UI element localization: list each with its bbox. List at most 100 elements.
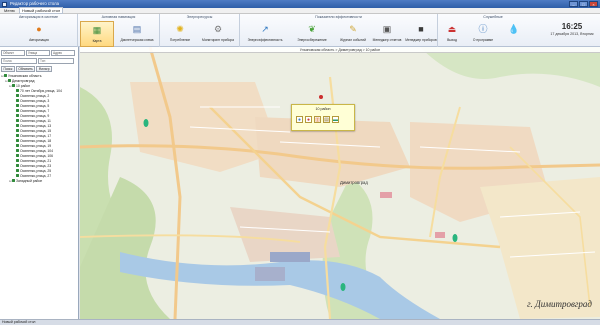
tree-node-label: Осипенко,улица, 19	[20, 144, 52, 148]
button-label: Карта	[92, 39, 102, 43]
tree-node-label: Осипенко,улица, 106	[20, 154, 54, 158]
electricity-icon[interactable]: ▤	[323, 116, 330, 123]
building-icon	[16, 89, 19, 93]
device-monitoring-button[interactable]: ⚙ Мониторинг прибора	[198, 21, 238, 47]
street-select[interactable]: Улица	[26, 49, 50, 56]
search-input[interactable]	[1, 57, 37, 64]
tree-node-label: Осипенко,улица, 25	[20, 169, 52, 173]
scheme-icon: ▤	[132, 24, 142, 34]
exit-button[interactable]: ⏏ Выход	[440, 21, 464, 47]
heating-icon[interactable]: ▥	[314, 116, 321, 123]
journal-icon: ✎	[349, 24, 357, 34]
status-bar: Новый рабочий стол	[0, 319, 600, 325]
scheme-button[interactable]: ▤ Диспетчерская схема	[116, 21, 158, 47]
tree-node-label: Осипенко,улица, 23	[20, 164, 52, 168]
bulb-icon: ✺	[176, 24, 184, 34]
chart-icon: ↗	[261, 24, 269, 34]
tree-node-label: Ульяновская область	[8, 74, 42, 78]
user-icon: ●	[36, 24, 42, 34]
map-button[interactable]: ▦ Карта	[80, 21, 114, 47]
tree-node-label: Осипенко,улица, 18	[20, 139, 52, 143]
city-corner-label: г. Димитровград	[527, 299, 592, 309]
menu-item-main[interactable]: Меню	[4, 8, 15, 13]
group-title: Служебные	[483, 15, 503, 19]
title-bar: Редактор рабочего стола – □ ×	[0, 0, 600, 8]
search-button[interactable]: Поиск	[1, 65, 15, 72]
search-row-2	[1, 57, 74, 64]
map-view[interactable]: Ульяновская область > Димитровград > 10 …	[80, 47, 600, 319]
window-controls: – □ ×	[569, 1, 598, 7]
map-breadcrumb[interactable]: Ульяновская область > Димитровград > 10 …	[80, 47, 600, 53]
building-icon	[16, 124, 19, 128]
consumption-button[interactable]: ✺ Потребление	[162, 21, 198, 47]
device-icon: ■	[418, 24, 424, 34]
about-button[interactable]: ⓘ О программе	[468, 21, 498, 47]
auth-button[interactable]: ● Авторизация	[20, 21, 58, 47]
tree-node-label: Западный район	[16, 179, 43, 183]
left-panel: Объект Улица Адрес Поиск Обновить Фильтр…	[0, 47, 79, 319]
button-label: Выход	[447, 38, 457, 42]
object-select[interactable]: Объект	[1, 49, 25, 56]
app-icon	[2, 1, 7, 7]
button-label: Мониторинг прибора	[201, 38, 235, 42]
building-icon	[16, 174, 19, 178]
district-popup[interactable]: 10 район ● ● ▥ ▤ ▬	[291, 104, 355, 131]
tree-node-label: Осипенко,улица, 104	[20, 149, 54, 153]
tree-node-label: Осипенко,улица, 5	[20, 104, 50, 108]
button-label: О программе	[472, 38, 494, 42]
group-title: Энергоресурсы	[186, 15, 213, 19]
object-tree: ⊟ Ульяновская область ⊟ Димитровград ⊟ 10 рай…	[1, 74, 78, 184]
button-label: Энергосбережение	[297, 38, 327, 42]
about-icon: ⓘ	[478, 24, 488, 34]
report-icon: ▣	[382, 24, 392, 34]
efficiency-button[interactable]: ↗ Энергоэффективность	[242, 21, 288, 47]
close-button[interactable]: ×	[589, 1, 598, 7]
hot-water-icon[interactable]: ●	[305, 116, 312, 123]
drops-icon-button[interactable]: 💧	[502, 21, 524, 47]
report-manager-button[interactable]: ▣ Менеджер отчетов	[370, 21, 404, 47]
event-journal-button[interactable]: ✎ Журнал событий	[336, 21, 370, 47]
building-icon	[4, 74, 7, 78]
tree-node-label: Осипенко,улица, 17	[20, 134, 52, 138]
tree-node-label: Осипенко,улица, 9	[20, 114, 50, 118]
building-icon	[16, 134, 19, 138]
filter-button[interactable]: Фильтр	[36, 65, 52, 72]
tree-node-label: Осипенко,улица, 2	[20, 94, 50, 98]
ribbon: Авторизация в системе Активная навигация…	[0, 14, 600, 47]
clock: 16:25 17 декабря 2013, Вторник	[548, 14, 596, 47]
minimize-button[interactable]: –	[569, 1, 578, 7]
tree-node-label: Осипенко,улица, 21	[20, 159, 52, 163]
button-label: Менеджер отчетов	[372, 38, 402, 42]
tree-node-label: 70 лет Октября,улица, 104	[20, 89, 62, 93]
group-title: Активная навигация	[101, 15, 136, 19]
building-icon	[12, 84, 15, 88]
button-label: Журнал событий	[340, 38, 366, 42]
building-icon	[16, 139, 19, 143]
window-title: Редактор рабочего стола	[10, 1, 59, 6]
tree-node[interactable]: ⊟ Западный район	[1, 179, 78, 184]
group-title: Авторизация в системе	[18, 15, 59, 19]
water-drop-icon[interactable]: ●	[296, 116, 303, 123]
type-filter-input[interactable]	[38, 57, 74, 64]
building-icon	[16, 159, 19, 163]
building-icon	[8, 79, 11, 83]
device-manager-button[interactable]: ■ Менеджер приборов	[404, 21, 438, 47]
energy-saving-button[interactable]: ❦ Энергосбережение	[290, 21, 334, 47]
exit-icon: ⏏	[447, 24, 457, 34]
tree-node-label: Осипенко,улица, 7	[20, 109, 50, 113]
maximize-button[interactable]: □	[579, 1, 588, 7]
building-icon	[16, 154, 19, 158]
map-icon: ▦	[92, 25, 102, 35]
button-label: Диспетчерская схема	[120, 38, 154, 42]
address-select[interactable]: Адрес	[51, 49, 75, 56]
gas-icon[interactable]: ▬	[332, 116, 339, 123]
workspace-tab[interactable]: Новый рабочий стол	[18, 7, 64, 14]
refresh-button[interactable]: Обновить	[15, 65, 36, 72]
city-label: Димитровград	[340, 180, 368, 185]
building-icon	[16, 104, 19, 108]
popup-icons: ● ● ▥ ▤ ▬	[296, 116, 339, 123]
building-icon	[16, 94, 19, 98]
search-row-1: Объект Улица Адрес	[1, 49, 75, 56]
search-row-3: Поиск Обновить Фильтр	[1, 65, 52, 72]
water-drops-icon: 💧	[508, 24, 520, 34]
